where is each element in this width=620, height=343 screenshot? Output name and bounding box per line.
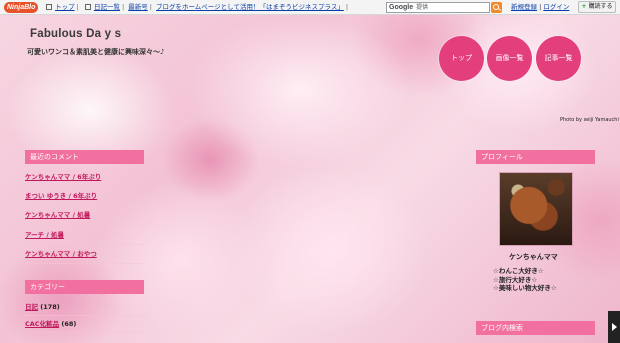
top-nav-promo[interactable]: ブログをホームページとして活用！「はまぞうビジネスプラス」 [156,3,344,11]
list-item[interactable]: まつい ゆうき / 6年ぶり [25,187,144,207]
search-input[interactable]: Google 提供 [386,2,490,13]
account-links: 新規登録 | ログイン [511,0,569,15]
list-item[interactable]: ケンちゃんママ / 処暑 [25,206,144,226]
top-nav: トップ | 日記一覧 | 最新号 | ブログをホームページとして活用！「はまぞうビジネ… [44,0,350,15]
list-item[interactable]: CAC化粧品 (68) [25,316,144,333]
blog-description: 可愛いワンコ＆素肌美と健康に興味深々～♪ [27,48,165,56]
top-nav-latest[interactable]: 最新号 [128,3,148,11]
site-logo[interactable]: NinjaBlo [4,2,39,13]
list-item[interactable]: アーチ / 処暑 [25,226,144,245]
categories-heading: カテゴリー [25,280,144,294]
separator: | [345,3,349,11]
category-count: (68) [61,320,77,328]
category-link[interactable]: CAC化粧品 [25,320,59,328]
comment-link[interactable]: アーチ / 処暑 [25,231,64,239]
blog-search-heading: ブログ内検索 [476,321,595,335]
profile-line: ☆旅行大好き☆ [493,275,538,284]
expand-arrow-icon[interactable] [608,311,620,343]
top-bar: NinjaBlo トップ | 日記一覧 | 最新号 | ブログをホームページとして活用… [0,0,620,15]
blog-title[interactable]: Fabulous Da y s [30,27,121,41]
avatar[interactable] [499,172,573,246]
photo-credit: Photo by seiji Yamauchi [560,117,619,123]
profile-bio: ☆わんこ大好き☆ ☆旅行大好き☆ ☆美味しい物大好き☆ [493,267,557,293]
category-link[interactable]: 日記 [25,303,38,311]
profile-name: ケンちゃんママ [509,253,558,261]
profile-line: ☆美味しい物大好き☆ [493,284,557,292]
top-nav-diary-list[interactable]: 日記一覧 [94,3,120,11]
plus-icon: + [581,3,587,10]
login-link[interactable]: ログイン [543,3,569,11]
nav-circle-top[interactable]: トップ [439,36,484,81]
google-logo: Google [389,4,414,11]
separator: | [149,3,152,11]
separator: | [121,3,125,11]
comment-link[interactable]: ケンちゃんママ / 6年ぶり [25,173,101,181]
list-item[interactable]: ケンちゃんママ / おやつ [25,245,144,264]
separator: | [539,3,542,11]
register-link[interactable]: 新規登録 [511,3,537,11]
recent-comments-list: ケンちゃんママ / 6年ぶり まつい ゆうき / 6年ぶり ケンちゃんママ / … [25,168,144,264]
search-icon[interactable] [491,2,502,13]
list-item[interactable]: 日記 (178) [25,299,144,316]
home-icon [46,4,52,10]
subscribe-button[interactable]: + 購読する [578,1,616,13]
recent-comments-heading: 最近のコメント [25,150,144,164]
search-placeholder: 提供 [416,4,429,11]
nav-circle-articles[interactable]: 記事一覧 [536,36,581,81]
diary-icon [84,4,91,10]
comment-link[interactable]: ケンちゃんママ / 処暑 [25,211,90,219]
profile-heading: プロフィール [476,150,595,164]
category-count: (178) [40,303,60,311]
comment-link[interactable]: まつい ゆうき / 6年ぶり [25,192,97,200]
comment-link[interactable]: ケンちゃんママ / おやつ [25,250,97,258]
nav-circle-images[interactable]: 画像一覧 [487,36,532,81]
categories-list: 日記 (178) CAC化粧品 (68) [25,299,144,333]
top-nav-top[interactable]: トップ [55,3,75,11]
subscribe-label: 購読する [588,3,613,10]
profile-line: ☆わんこ大好き☆ [493,267,544,275]
separator: | [76,3,79,11]
list-item[interactable]: ケンちゃんママ / 6年ぶり [25,168,144,188]
